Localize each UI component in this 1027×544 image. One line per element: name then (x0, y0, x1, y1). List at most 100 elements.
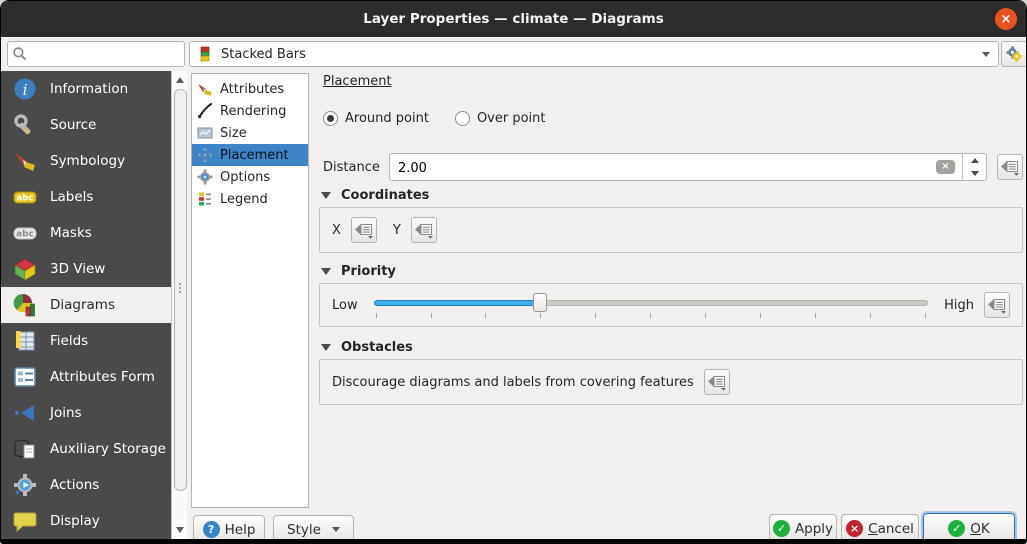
tab-label: Attributes (220, 82, 284, 97)
tab-label: Legend (220, 192, 268, 207)
svg-text:i: i (23, 81, 28, 99)
spin-down-icon[interactable] (963, 167, 986, 180)
priority-slider-fill (374, 300, 540, 306)
page-title: Placement (323, 74, 392, 89)
gear-icon (197, 169, 213, 185)
sidebar-item-information[interactable]: i Information (1, 71, 171, 107)
coordinates-group-header[interactable]: Coordinates (321, 188, 429, 203)
data-defined-override-icon (1000, 158, 1020, 176)
sidebar-item-joins[interactable]: Joins (1, 395, 171, 431)
obstacles-group-header[interactable]: Obstacles (321, 340, 413, 355)
automated-placement-settings-button[interactable] (1001, 41, 1027, 67)
tab-legend[interactable]: Legend (192, 188, 308, 210)
stacked-bars-icon (197, 46, 213, 62)
check-icon: ✓ (773, 520, 790, 537)
title-bar[interactable]: Layer Properties — climate — Diagrams × (1, 1, 1026, 37)
radio-around-point[interactable]: Around point (323, 111, 429, 126)
tab-rendering[interactable]: Rendering (192, 100, 308, 122)
sidebar-item-diagrams[interactable]: Diagrams (1, 287, 171, 323)
distance-override-button[interactable] (997, 154, 1023, 180)
sidebar-item-display[interactable]: Display (1, 503, 171, 539)
sidebar-item-label: Symbology (50, 153, 125, 169)
data-defined-override-icon (707, 373, 727, 391)
tab-label: Size (220, 126, 247, 141)
abc-mask-icon: abc (13, 221, 37, 245)
clear-icon[interactable]: × (936, 160, 955, 174)
radio-button-icon[interactable] (323, 111, 338, 126)
scroll-down-icon[interactable] (176, 527, 184, 533)
distance-spinbox: × (389, 153, 987, 181)
sidebar-item-label: 3D View (50, 261, 105, 277)
obstacles-override-button[interactable] (704, 369, 730, 395)
cube-icon (13, 257, 37, 281)
tab-attributes[interactable]: Attributes (192, 78, 308, 100)
sidebar-item-actions[interactable]: Actions (1, 467, 171, 503)
sidebar-item-masks[interactable]: abc Masks (1, 215, 171, 251)
fields-table-icon (13, 329, 37, 353)
sidebar-item-labels[interactable]: abc Labels (1, 179, 171, 215)
group-title: Obstacles (341, 340, 413, 355)
help-button[interactable]: ? Help (193, 515, 265, 544)
scrollbar-handle[interactable] (174, 89, 187, 491)
sidebar-item-label: Auxiliary Storage (50, 441, 166, 457)
join-arrow-icon (13, 401, 37, 425)
close-button[interactable]: × (995, 8, 1017, 30)
radio-over-point[interactable]: Over point (455, 111, 546, 126)
cancel-label: Cancel (868, 521, 914, 537)
scroll-up-icon[interactable] (176, 77, 184, 83)
distance-input[interactable] (396, 156, 900, 180)
sidebar-item-label: Attributes Form (50, 369, 155, 385)
sidebar-item-label: Information (50, 81, 128, 97)
move-arrows-icon (197, 147, 213, 163)
sidebar-item-label: Actions (50, 477, 99, 493)
sidebar-item-source[interactable]: Source (1, 107, 171, 143)
apply-button[interactable]: ✓ Apply (769, 514, 837, 543)
sidebar-item-3d-view[interactable]: 3D View (1, 251, 171, 287)
tab-placement[interactable]: Placement (192, 144, 308, 166)
chevron-down-icon (982, 52, 990, 57)
diagram-type-select[interactable]: Stacked Bars (189, 41, 999, 67)
tab-options[interactable]: Options (192, 166, 308, 188)
style-button[interactable]: Style (273, 515, 354, 544)
y-coordinate-override-button[interactable] (411, 217, 437, 243)
spin-up-icon[interactable] (963, 154, 986, 167)
cancel-button[interactable]: × Cancel (841, 514, 919, 543)
properties-sidebar: i Information Source Symbology abc (1, 71, 171, 539)
priority-slider-ticks (376, 313, 927, 318)
sidebar-item-fields[interactable]: Fields (1, 323, 171, 359)
priority-group-header[interactable]: Priority (321, 264, 396, 279)
tab-label: Options (220, 170, 270, 185)
sidebar-item-attributes-form[interactable]: Attributes Form (1, 359, 171, 395)
window-title: Layer Properties — climate — Diagrams (363, 11, 664, 27)
sidebar-scrollbar[interactable] (171, 71, 187, 539)
sidebar-item-label: Masks (50, 225, 92, 241)
priority-override-button[interactable] (984, 292, 1010, 318)
legend-icon (197, 191, 213, 207)
scrollbar-grip (179, 283, 181, 293)
x-coordinate-override-button[interactable] (351, 217, 377, 243)
layer-properties-dialog: Layer Properties — climate — Diagrams × … (0, 0, 1027, 544)
priority-slider-handle[interactable] (533, 293, 547, 312)
placement-mode-radios: Around point Over point (323, 111, 546, 126)
collapse-triangle-icon (321, 344, 331, 351)
priority-high-label: High (944, 298, 974, 313)
radio-button-icon[interactable] (455, 111, 470, 126)
distance-label: Distance (323, 160, 380, 175)
tab-label: Placement (220, 148, 289, 163)
apply-label: Apply (795, 521, 833, 537)
group-title: Coordinates (341, 188, 429, 203)
coordinates-group: X Y (319, 207, 1023, 253)
tab-size[interactable]: Size (192, 122, 308, 144)
sidebar-item-symbology[interactable]: Symbology (1, 143, 171, 179)
search-input[interactable] (7, 41, 185, 67)
data-defined-override-icon (414, 221, 434, 239)
priority-slider[interactable] (374, 290, 929, 320)
radio-label: Over point (477, 111, 546, 126)
collapse-triangle-icon (321, 268, 331, 275)
data-defined-override-icon (354, 221, 374, 239)
sidebar-item-auxiliary-storage[interactable]: Auxiliary Storage (1, 431, 171, 467)
speech-bubble-icon (13, 509, 37, 533)
sidebar-item-label: Labels (50, 189, 93, 205)
help-label: Help (225, 522, 256, 538)
ok-button[interactable]: ✓ OK (923, 513, 1015, 544)
